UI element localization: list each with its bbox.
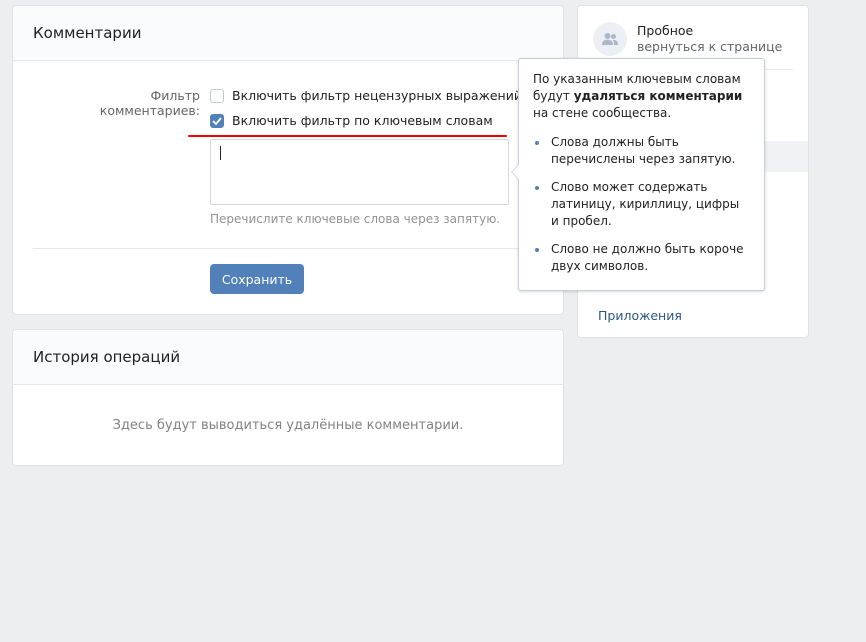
tooltip-rule: Слово не должно быть короче двух символо… <box>533 241 750 275</box>
tooltip-intro-bold: удаляться комментарии <box>573 89 743 103</box>
tooltip-intro-line3: на стене сообщества. <box>533 106 672 120</box>
sidebar-item-apps[interactable]: Приложения <box>598 308 682 323</box>
tooltip-intro-line2: будут <box>533 89 574 103</box>
tooltip-rule: Слова должны быть перечислены через запя… <box>533 134 750 168</box>
tooltip-rules-list: Слова должны быть перечислены через запя… <box>533 134 750 275</box>
community-name[interactable]: Пробное <box>637 23 693 38</box>
keyword-filter-label[interactable]: Включить фильтр по ключевым словам <box>232 113 493 128</box>
community-avatar[interactable] <box>593 22 627 56</box>
comment-filter-label: Фильтр комментариев: <box>99 88 200 118</box>
keywords-textarea[interactable] <box>210 139 509 205</box>
history-card-title: История операций <box>13 330 563 385</box>
save-button[interactable]: Сохранить <box>210 264 304 294</box>
tooltip-arrow-fill <box>512 165 519 179</box>
comments-card-title: Комментарии <box>13 6 563 61</box>
tooltip-rule: Слово может содержать латиницу, кириллиц… <box>533 179 750 230</box>
section-divider <box>33 248 545 249</box>
tooltip-intro-line1: По указанным ключевым словам <box>533 72 741 86</box>
comments-settings-card: Комментарии Фильтр комментариев: Включит… <box>12 5 564 315</box>
keyword-filter-tooltip: По указанным ключевым словам будут удаля… <box>511 58 765 291</box>
obscene-filter-label[interactable]: Включить фильтр нецензурных выражений <box>232 88 522 103</box>
group-icon <box>602 33 618 45</box>
obscene-filter-checkbox[interactable] <box>210 88 224 103</box>
obscene-filter-checkbox-row[interactable]: Включить фильтр нецензурных выражений <box>210 88 522 103</box>
checkmark-icon <box>212 116 222 125</box>
history-empty-text: Здесь будут выводиться удалённые коммент… <box>112 418 464 433</box>
keyword-filter-checkbox[interactable] <box>210 113 224 128</box>
history-card: История операций Здесь будут выводиться … <box>12 329 564 466</box>
tooltip-intro: По указанным ключевым словам будут удаля… <box>533 71 750 122</box>
back-to-page-link[interactable]: вернуться к странице <box>637 39 782 54</box>
keyword-filter-checkbox-row[interactable]: Включить фильтр по ключевым словам <box>210 113 493 128</box>
keywords-hint: Перечислите ключевые слова через запятую… <box>210 212 501 226</box>
text-caret <box>220 146 221 160</box>
red-highlight-underline <box>188 135 507 137</box>
